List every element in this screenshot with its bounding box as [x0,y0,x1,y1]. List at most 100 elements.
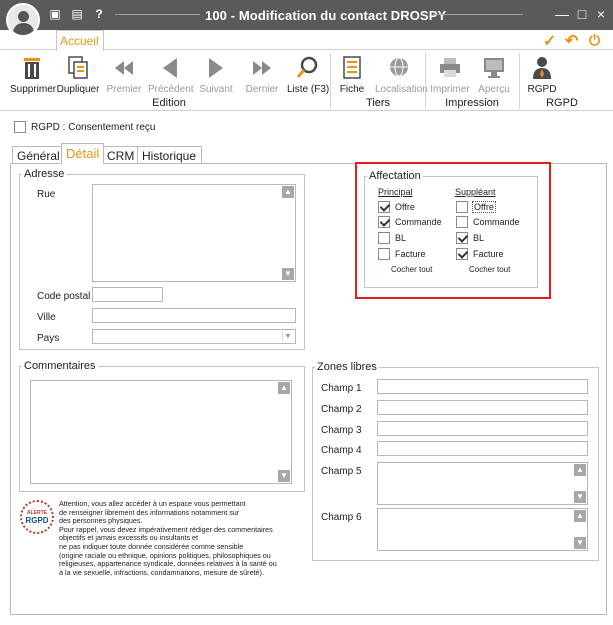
title-divider-left [115,14,200,15]
group-separator [425,53,426,109]
previous-icon [163,58,177,78]
preview-monitor-icon [484,58,504,78]
tab-historique[interactable]: Historique [137,146,202,164]
champ-3-input[interactable] [377,421,588,436]
dernier-button[interactable]: Dernier [240,55,284,99]
dernier-label: Dernier [245,84,279,95]
apercu-label: Aperçu [478,84,510,95]
rgpd-button[interactable]: RGPD [522,55,562,99]
liste-label: Liste (F3) [287,84,330,95]
dupliquer-label: Dupliquer [56,84,100,95]
zones-libres-legend: Zones libres [317,361,377,373]
title-divider-right [433,14,523,15]
rue-input[interactable]: ▲ ▼ [92,184,296,282]
printer-icon [440,58,460,77]
localisation-button[interactable]: Localisation [375,55,428,99]
dupliquer-button[interactable]: Dupliquer [56,55,100,99]
adresse-legend: Adresse [24,168,65,180]
champ-3-label: Champ 3 [321,425,362,436]
rgpd-alert-badge: ALERTE RGPD [20,500,54,534]
rgpd-label: RGPD [527,84,557,95]
champ-6-label: Champ 6 [321,512,362,523]
help-icon[interactable]: ? [92,7,106,21]
group-rgpd-label: RGPD [546,97,578,109]
champ-5-label: Champ 5 [321,466,362,477]
scroll-up-icon[interactable]: ▲ [278,382,290,394]
suivant-button[interactable]: Suivant [194,55,238,99]
group-separator [330,53,331,109]
tab-accueil[interactable]: Accueil [56,30,104,51]
trash-icon [24,58,40,79]
scroll-down-icon[interactable]: ▼ [282,268,294,280]
precedent-label: Précédent [148,84,194,95]
localisation-label: Localisation [375,84,428,95]
scroll-down-icon[interactable]: ▼ [574,537,586,549]
globe-icon [390,57,408,77]
champ-1-label: Champ 1 [321,383,362,394]
close-button[interactable]: × [593,6,609,22]
premier-button[interactable]: Premier [104,55,144,99]
last-icon [253,61,271,75]
form-icon [343,56,361,79]
rgpd-consent-label: RGPD : Consentement reçu [31,122,156,133]
ribbon: Supprimer Dupliquer Premier Précédent Su… [0,51,613,111]
supprimer-label: Supprimer [10,84,57,95]
precedent-button[interactable]: Précédent [148,55,194,99]
suivant-label: Suivant [199,84,233,95]
scroll-down-icon[interactable]: ▼ [574,491,586,503]
group-separator [519,53,520,109]
warning-line: à la vie sexuelle, infractions, condamna… [59,567,264,577]
group-tiers-label: Tiers [365,97,391,109]
tab-crm[interactable]: CRM [102,146,140,164]
monitor-icon[interactable]: ▣ [48,7,62,21]
commentaires-legend: Commentaires [24,360,96,372]
scroll-down-icon[interactable]: ▼ [278,470,290,482]
magnifier-icon [296,56,318,78]
ribbon-tab-row: Accueil ✓ ↶ ⏻ [0,30,613,51]
ville-label: Ville [37,312,56,323]
person-icon [533,57,551,79]
pays-label: Pays [37,333,60,344]
highlight-box [355,162,551,299]
imprimer-label: Imprimer [430,84,470,95]
liste-button[interactable]: Liste (F3) [287,55,330,99]
fiche-label: Fiche [339,84,365,95]
champ-4-input[interactable] [377,441,588,456]
premier-label: Premier [106,84,142,95]
tab-general[interactable]: Général [12,146,65,164]
group-impression-label: Impression [445,97,499,109]
checkmark-icon[interactable]: ✓ [543,31,556,51]
maximize-button[interactable]: □ [574,6,590,22]
scroll-up-icon[interactable]: ▲ [574,464,586,476]
first-icon [115,61,133,75]
duplicate-icon [68,56,88,79]
tab-detail[interactable]: Détail [61,143,105,164]
champ-4-label: Champ 4 [321,445,362,456]
power-icon[interactable]: ⏻ [589,32,600,49]
window-title: 100 - Modification du contact DROSPY [205,8,447,23]
chat-icon[interactable]: ▤ [70,7,84,21]
minimize-button[interactable]: — [554,6,570,22]
scroll-up-icon[interactable]: ▲ [574,510,586,522]
imprimer-button[interactable]: Imprimer [430,55,470,99]
champ-2-input[interactable] [377,400,588,415]
rgpd-consent-checkbox[interactable] [14,121,26,133]
code-postal-input[interactable] [92,287,163,302]
ville-input[interactable] [92,308,296,323]
code-postal-label: Code postal [37,291,91,302]
undo-icon[interactable]: ↶ [565,31,578,51]
rgpd-warning-text: Attention, vous allez accéder à un espac… [59,499,309,577]
champ-6-input[interactable]: ▲ ▼ [377,508,588,551]
supprimer-button[interactable]: Supprimer [10,55,57,99]
user-avatar[interactable] [6,3,40,37]
champ-5-input[interactable]: ▲ ▼ [377,462,588,505]
chevron-down-icon[interactable]: ▼ [282,331,293,342]
apercu-button[interactable]: Aperçu [474,55,514,99]
fiche-button[interactable]: Fiche [333,55,371,99]
champ-1-input[interactable] [377,379,588,394]
pays-select[interactable]: ▼ [92,329,296,344]
commentaires-input[interactable]: ▲ ▼ [30,380,292,484]
scroll-up-icon[interactable]: ▲ [282,186,294,198]
alert-badge-main: RGPD [25,516,49,525]
group-edition-label: Edition [152,97,186,109]
